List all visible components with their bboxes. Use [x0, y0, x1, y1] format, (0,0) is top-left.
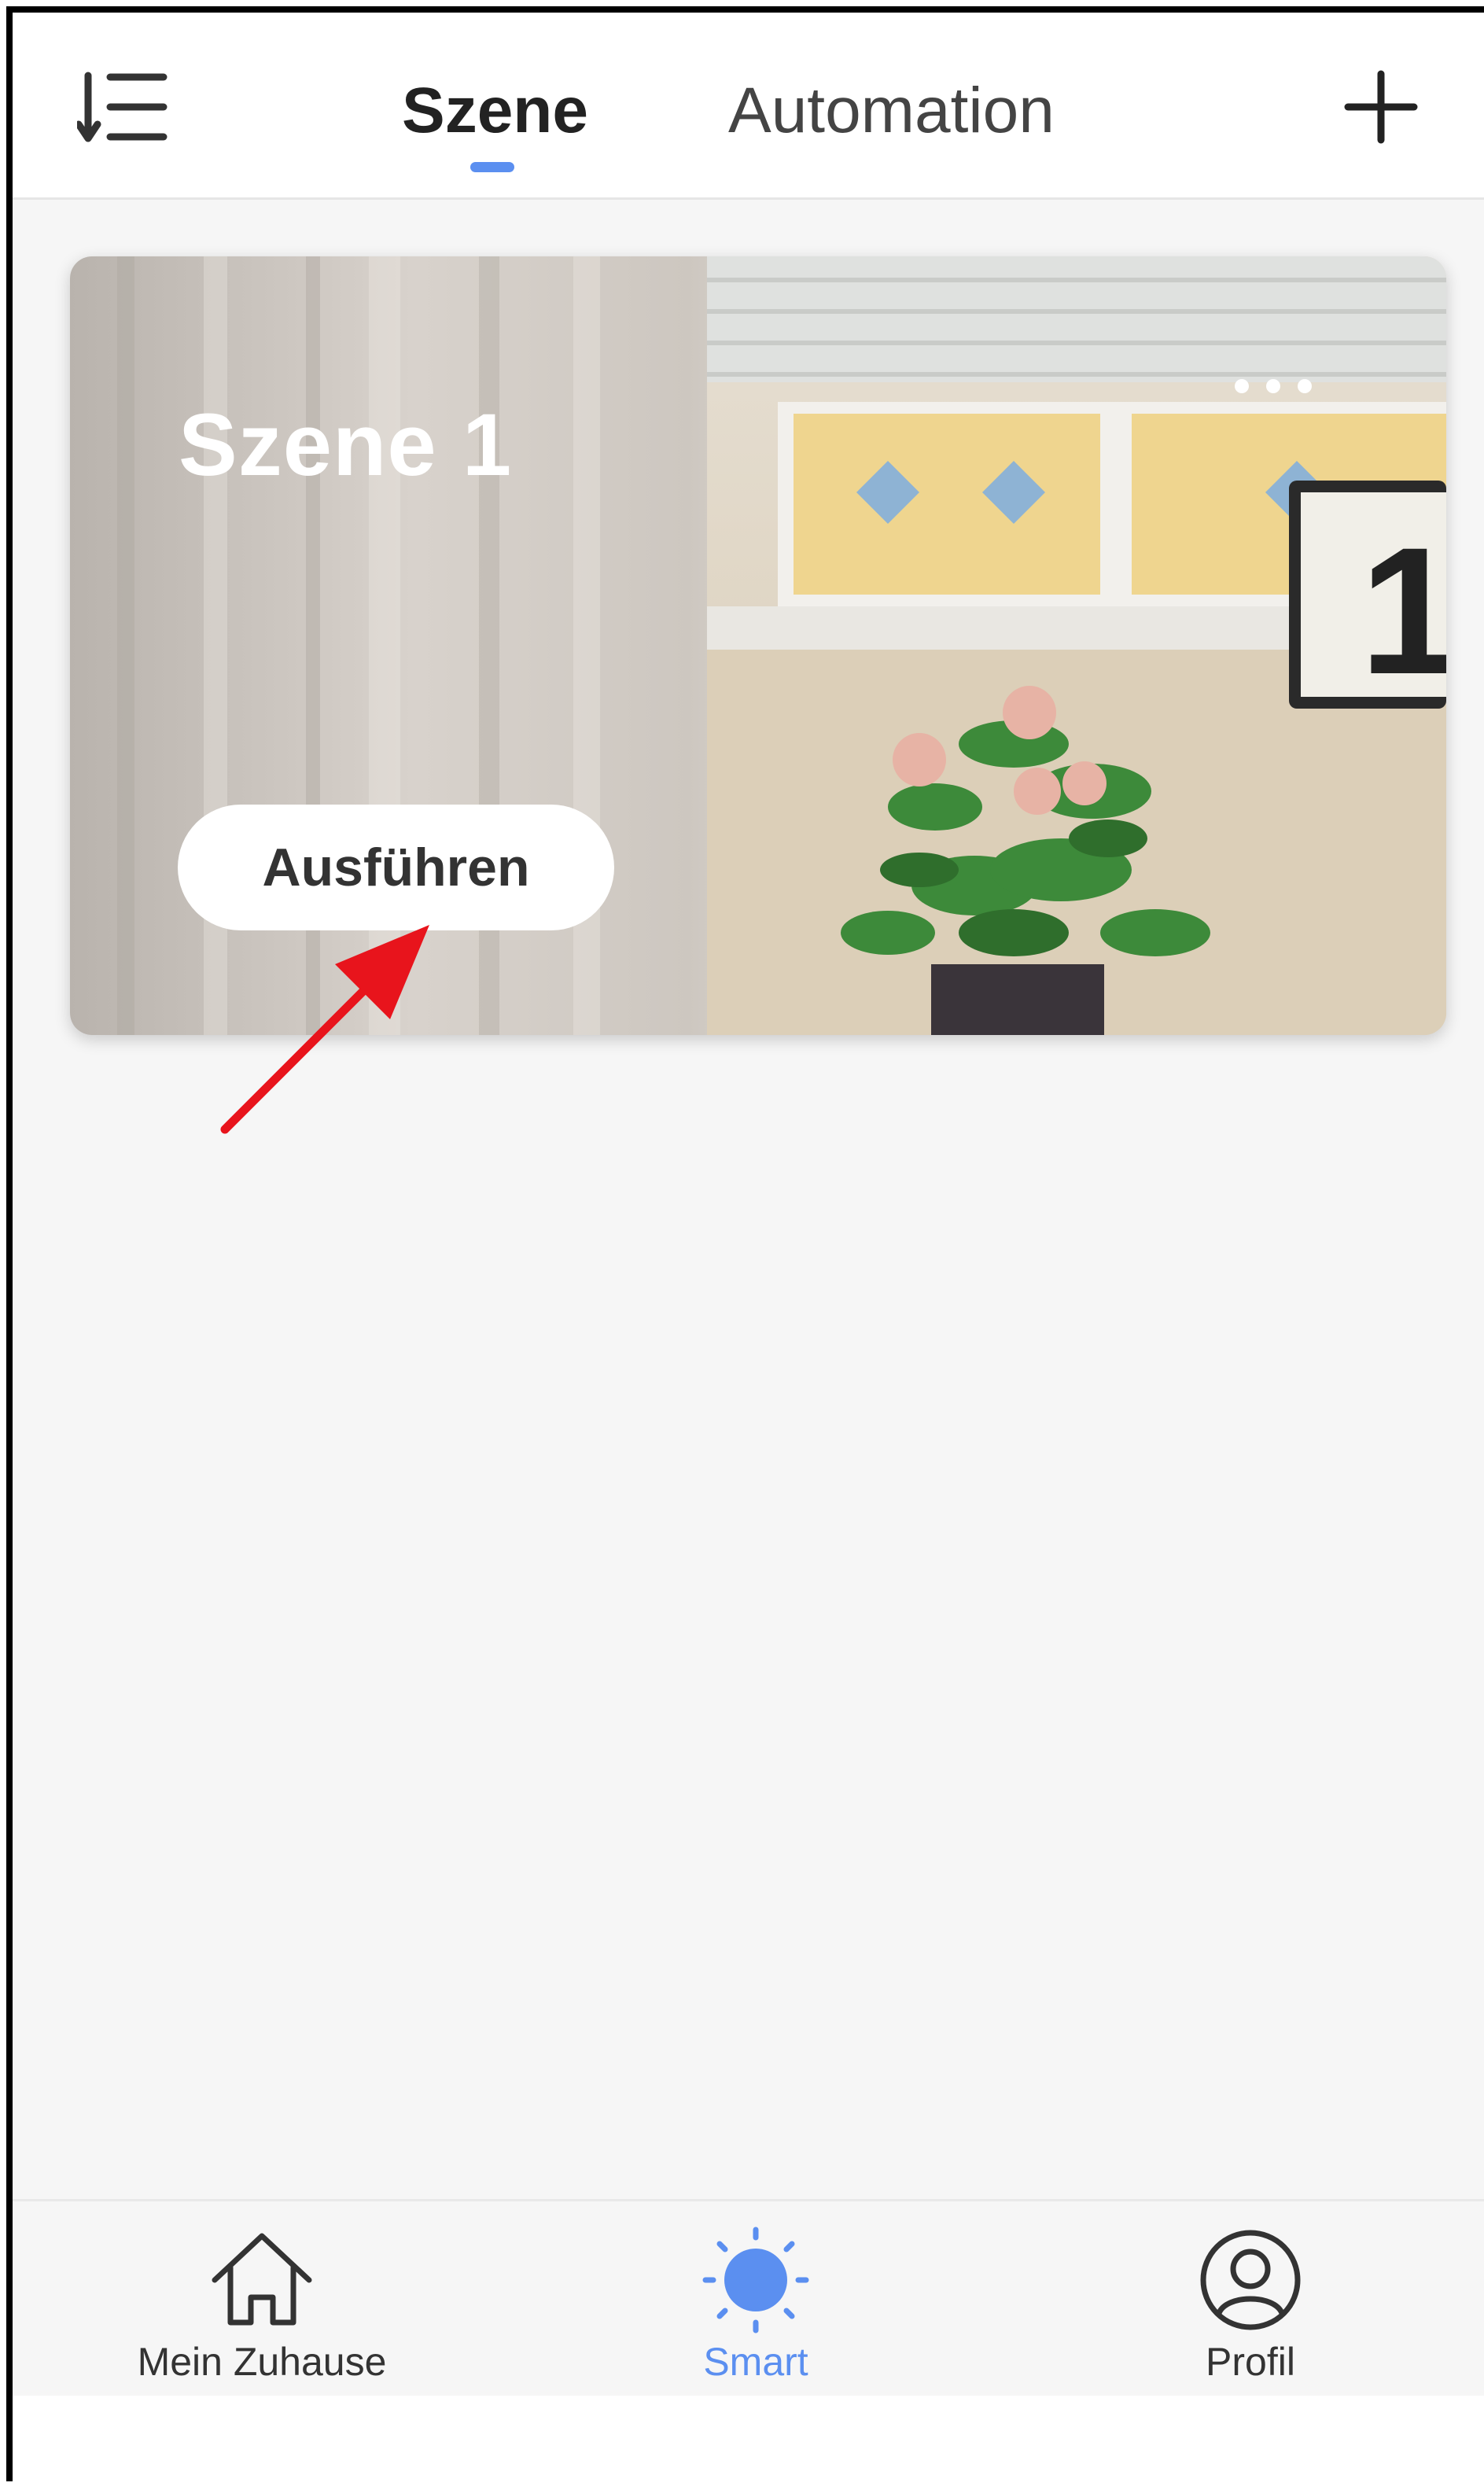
scene-title: Szene 1 [179, 396, 513, 494]
bottom-navigation: Mein Zuhause Smart Profil [13, 2199, 1484, 2398]
nav-label: Mein Zuhause [137, 2340, 387, 2384]
active-tab-indicator [470, 162, 514, 172]
more-dots-icon[interactable] [1226, 374, 1320, 398]
app-screen: Szene Automation 1 Szene 1 Ausführen Mei… [6, 6, 1484, 2490]
svg-text:1: 1 [1360, 510, 1446, 712]
tab-automation[interactable]: Automation [728, 72, 1055, 150]
tab-szene[interactable]: Szene [402, 72, 588, 150]
profile-icon [1200, 2230, 1301, 2330]
sun-icon [702, 2227, 809, 2333]
bottom-spacer [13, 2396, 1484, 2490]
nav-label: Profil [1206, 2340, 1295, 2384]
nav-item-mein-zuhause[interactable]: Mein Zuhause [105, 2201, 419, 2398]
home-icon [212, 2233, 312, 2326]
nav-item-profil[interactable]: Profil [1093, 2201, 1408, 2398]
red-arrow-annotation [220, 925, 429, 1134]
plus-icon[interactable] [1342, 68, 1420, 146]
nav-item-smart[interactable]: Smart [598, 2201, 913, 2398]
nav-label: Smart [703, 2340, 808, 2384]
sort-list-icon[interactable] [77, 66, 171, 153]
top-bar: Szene Automation [13, 13, 1484, 200]
